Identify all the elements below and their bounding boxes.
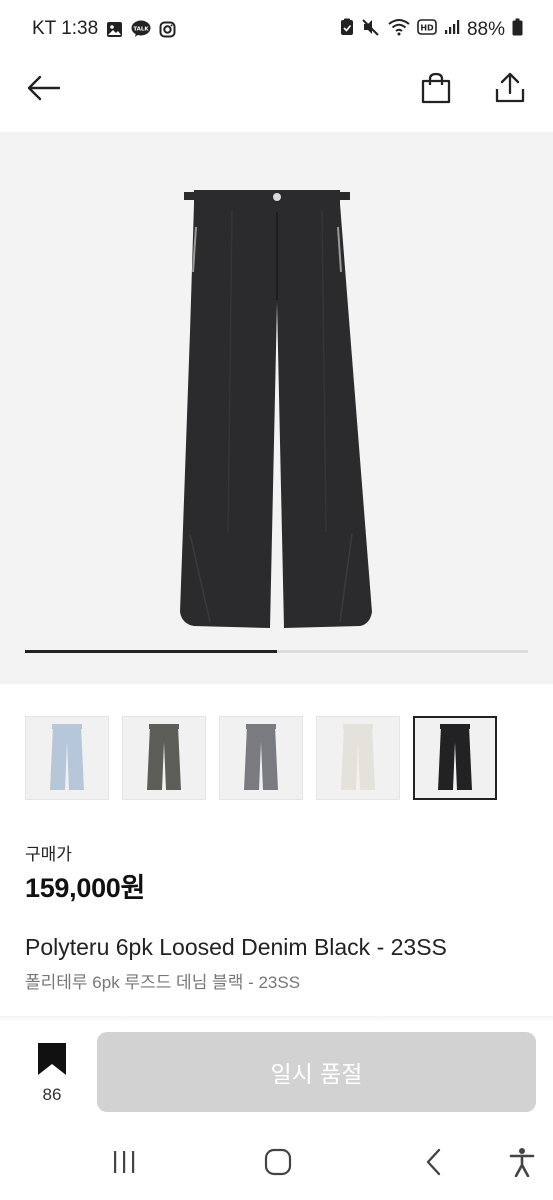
- kakaotalk-icon: TALK: [131, 20, 151, 38]
- svg-text:HD: HD: [420, 24, 434, 33]
- recent-apps-button[interactable]: [104, 1144, 144, 1184]
- accessibility-icon: [509, 1147, 535, 1182]
- bookmark-icon: [37, 1043, 67, 1080]
- battery-icon: [512, 18, 523, 42]
- back-arrow-icon: [27, 75, 61, 106]
- gallery-icon: [106, 21, 123, 38]
- soldout-button[interactable]: 일시 품절: [97, 1032, 536, 1112]
- signal-icon: [444, 19, 460, 41]
- recent-apps-icon: [111, 1150, 137, 1179]
- accessibility-button[interactable]: [502, 1144, 542, 1184]
- cart-button[interactable]: [414, 68, 458, 112]
- status-bar: KT 1:38 TALK HD 88%: [0, 0, 553, 60]
- color-thumbnails: [25, 716, 497, 800]
- thumb-pants-2: [147, 724, 181, 790]
- carrier-time: KT 1:38: [32, 18, 99, 39]
- back-button[interactable]: [22, 68, 66, 112]
- pants-waistband: [194, 190, 340, 204]
- bottom-bar-divider: [0, 1016, 553, 1022]
- system-back-button[interactable]: [414, 1144, 454, 1184]
- hd-icon: HD: [417, 19, 437, 41]
- bookmark-button[interactable]: 86: [28, 1042, 76, 1105]
- thumbnail-ecru[interactable]: [316, 716, 400, 800]
- thumbnail-light-blue[interactable]: [25, 716, 109, 800]
- thumb-pants-3: [244, 724, 278, 790]
- status-left: KT 1:38 TALK: [32, 18, 176, 40]
- product-name-en: Polyteru 6pk Loosed Denim Black - 23SS: [25, 934, 447, 960]
- share-icon: [494, 72, 526, 109]
- thumb-pants-1: [50, 724, 84, 790]
- system-nav-bar: [0, 1128, 553, 1200]
- side-adjuster-right: [336, 192, 350, 200]
- home-button[interactable]: [258, 1144, 298, 1184]
- product-image-carousel[interactable]: [0, 132, 553, 684]
- mute-icon: [361, 18, 381, 42]
- shopping-bag-icon: [420, 72, 452, 109]
- svg-text:TALK: TALK: [134, 27, 150, 33]
- carousel-progress-track: [25, 650, 528, 653]
- price: 159,000원: [25, 873, 146, 903]
- share-button[interactable]: [488, 68, 532, 112]
- instagram-icon: [159, 21, 176, 38]
- thumbnail-black[interactable]: [413, 716, 497, 800]
- product-image: [180, 190, 372, 628]
- thumb-pants-5: [438, 724, 472, 790]
- thumbnail-olive-gray[interactable]: [122, 716, 206, 800]
- battery-percent: 88%: [466, 19, 505, 40]
- price-label: 구매가: [25, 845, 72, 864]
- thumb-pants-4: [341, 724, 375, 790]
- product-name-ko: 폴리테루 6pk 루즈드 데님 블랙 - 23SS: [25, 973, 301, 992]
- home-icon: [264, 1148, 292, 1181]
- thumbnail-gray[interactable]: [219, 716, 303, 800]
- bookmark-count: 86: [42, 1085, 62, 1104]
- clipboard-icon: [340, 18, 354, 42]
- back-icon: [424, 1148, 444, 1181]
- top-nav: [0, 60, 553, 132]
- carousel-progress-fill: [25, 650, 277, 653]
- status-right: HD 88%: [340, 18, 523, 42]
- side-adjuster-left: [184, 192, 198, 200]
- pants-button: [273, 193, 281, 201]
- wifi-icon: [388, 18, 410, 42]
